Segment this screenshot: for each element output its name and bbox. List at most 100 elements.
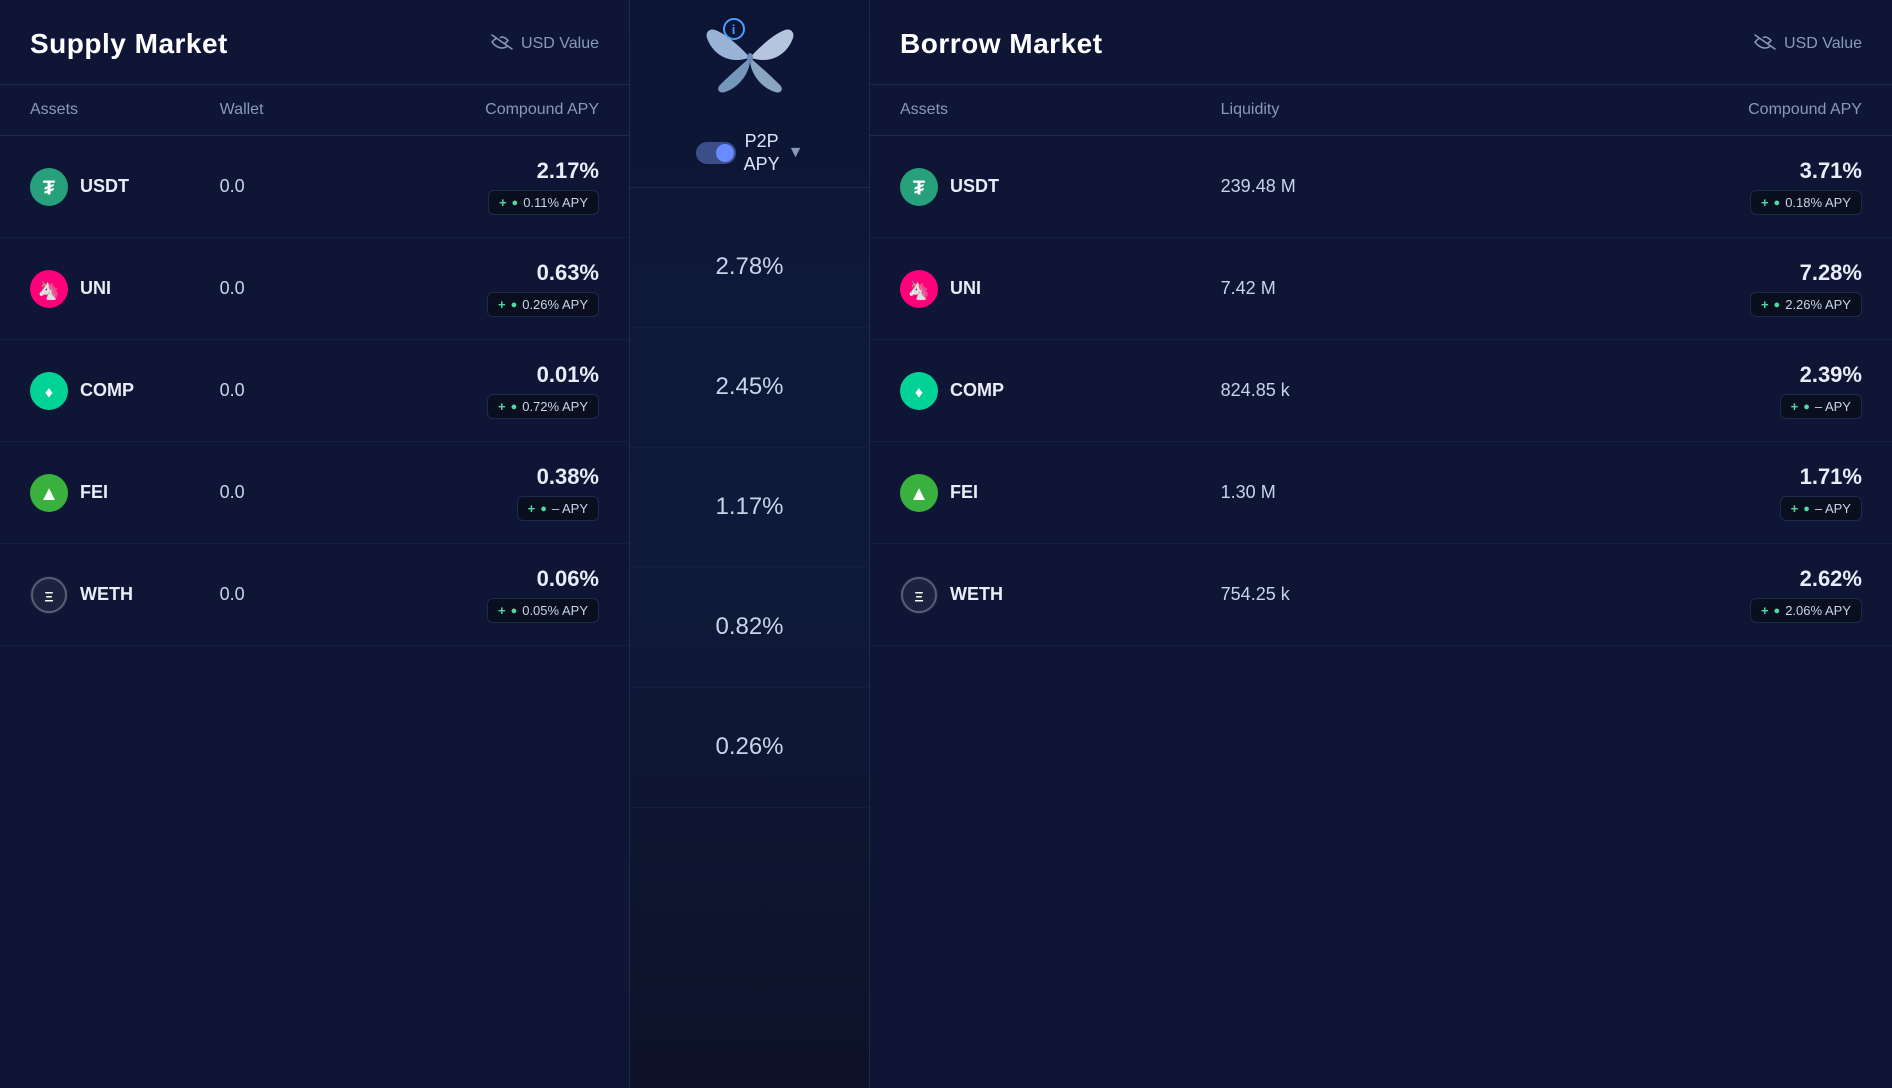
apy-badge: + ● 2.06% APY [1750,598,1862,623]
apy-badge: + ● – APY [1780,394,1862,419]
borrow-col-headers: Assets Liquidity Compound APY [870,85,1892,136]
borrow-col-apy: Compound APY [1541,101,1862,119]
apy-badge-text: – APY [1815,399,1851,414]
main-layout: Supply Market USD Value Assets Wallet Co… [0,0,1892,1088]
asset-info: 🦄 UNI [900,270,1221,308]
leaf-icon: ● [1774,299,1781,311]
asset-name: UNI [950,278,981,299]
info-circle[interactable]: i [723,18,745,40]
borrow-row[interactable]: ▲ FEI 1.30 M 1.71% + ● – APY [870,442,1892,544]
svg-text:♦: ♦ [915,384,923,401]
svg-text:₮: ₮ [43,177,55,199]
supply-col-assets: Assets [30,101,220,119]
asset-info: ▲ FEI [900,474,1221,512]
asset-icon-usdt: ₮ [30,168,68,206]
apy-cell: 2.39% + ● – APY [1541,362,1862,419]
svg-text:₮: ₮ [913,177,925,199]
leaf-icon: ● [1774,197,1781,209]
supply-usd-toggle[interactable]: USD Value [491,34,599,55]
supply-row[interactable]: Ξ WETH 0.0 0.06% + ● 0.05% APY [0,544,629,646]
p2p-toggle[interactable] [696,142,736,164]
apy-badge-text: – APY [1815,501,1851,516]
apy-cell: 7.28% + ● 2.26% APY [1541,260,1862,317]
apy-cell: 0.06% + ● 0.05% APY [409,566,599,623]
eye-slash-icon [491,34,513,55]
apy-badge: + ● – APY [1780,496,1862,521]
plus-icon: + [1791,399,1799,414]
supply-row[interactable]: ₮ USDT 0.0 2.17% + ● 0.11% APY [0,136,629,238]
borrow-panel-header: Borrow Market USD Value [870,0,1892,85]
borrow-eye-slash-icon [1754,34,1776,55]
plus-icon: + [498,399,506,414]
wallet-value: 0.0 [220,482,410,503]
apy-main: 0.63% [537,260,599,286]
leaf-icon: ● [540,503,547,515]
apy-badge: + ● 0.11% APY [488,190,599,215]
supply-row[interactable]: ♦ COMP 0.0 0.01% + ● 0.72% APY [0,340,629,442]
apy-badge-text: – APY [552,501,588,516]
svg-text:▲: ▲ [909,483,929,505]
svg-text:♦: ♦ [45,384,53,401]
liquidity-value: 754.25 k [1221,584,1542,605]
asset-icon-weth: Ξ [900,576,938,614]
apy-main: 3.71% [1800,158,1862,184]
asset-name: USDT [80,176,129,197]
asset-icon-uni: 🦄 [900,270,938,308]
borrow-panel: Borrow Market USD Value Assets Liquidity… [870,0,1892,1088]
asset-info: Ξ WETH [30,576,220,614]
leaf-icon: ● [511,299,518,311]
supply-row[interactable]: 🦄 UNI 0.0 0.63% + ● 0.26% APY [0,238,629,340]
borrow-row[interactable]: Ξ WETH 754.25 k 2.62% + ● 2.06% APY [870,544,1892,646]
wallet-value: 0.0 [220,380,410,401]
borrow-panel-title: Borrow Market [900,28,1103,60]
borrow-row[interactable]: ₮ USDT 239.48 M 3.71% + ● 0.18% APY [870,136,1892,238]
middle-panel: i P2PAPY ▼ 2.78%2.45%1.17%0.82%0.26% [630,0,870,1088]
leaf-icon: ● [1803,401,1810,413]
apy-main: 0.06% [537,566,599,592]
apy-badge-text: 0.72% APY [522,399,588,414]
borrow-col-assets: Assets [900,101,1221,119]
apy-badge-text: 2.26% APY [1785,297,1851,312]
asset-name: FEI [80,482,108,503]
borrow-row[interactable]: 🦄 UNI 7.42 M 7.28% + ● 2.26% APY [870,238,1892,340]
apy-main: 7.28% [1800,260,1862,286]
p2p-apy-row: 2.78% [630,208,869,328]
supply-col-headers: Assets Wallet Compound APY [0,85,629,136]
asset-name: UNI [80,278,111,299]
asset-info: ♦ COMP [900,372,1221,410]
leaf-icon: ● [512,197,519,209]
borrow-row[interactable]: ♦ COMP 824.85 k 2.39% + ● – APY [870,340,1892,442]
asset-name: COMP [80,380,134,401]
apy-cell: 2.17% + ● 0.11% APY [409,158,599,215]
p2p-apy-values: 2.78%2.45%1.17%0.82%0.26% [630,208,869,1088]
liquidity-value: 824.85 k [1221,380,1542,401]
apy-badge-text: 0.05% APY [522,603,588,618]
p2p-label: P2PAPY [744,130,780,177]
asset-info: ▲ FEI [30,474,220,512]
asset-info: 🦄 UNI [30,270,220,308]
p2p-selector[interactable]: P2PAPY ▼ [630,120,869,188]
supply-panel-header: Supply Market USD Value [0,0,629,85]
asset-info: ₮ USDT [30,168,220,206]
apy-cell: 2.62% + ● 2.06% APY [1541,566,1862,623]
p2p-apy-row: 2.45% [630,328,869,448]
asset-info: ♦ COMP [30,372,220,410]
supply-panel-title: Supply Market [30,28,228,60]
asset-icon-fei: ▲ [30,474,68,512]
apy-badge-text: 2.06% APY [1785,603,1851,618]
supply-row[interactable]: ▲ FEI 0.0 0.38% + ● – APY [0,442,629,544]
apy-badge: + ● 0.05% APY [487,598,599,623]
plus-icon: + [498,603,506,618]
supply-panel: Supply Market USD Value Assets Wallet Co… [0,0,630,1088]
asset-name: FEI [950,482,978,503]
svg-text:Ξ: Ξ [44,588,53,604]
borrow-usd-toggle[interactable]: USD Value [1754,34,1862,55]
logo-area: i [705,0,795,110]
asset-icon-fei: ▲ [900,474,938,512]
leaf-icon: ● [1803,503,1810,515]
svg-text:🦄: 🦄 [38,279,60,300]
plus-icon: + [1761,603,1769,618]
apy-badge-text: 0.26% APY [522,297,588,312]
chevron-down-icon: ▼ [788,144,804,162]
apy-cell: 0.38% + ● – APY [409,464,599,521]
